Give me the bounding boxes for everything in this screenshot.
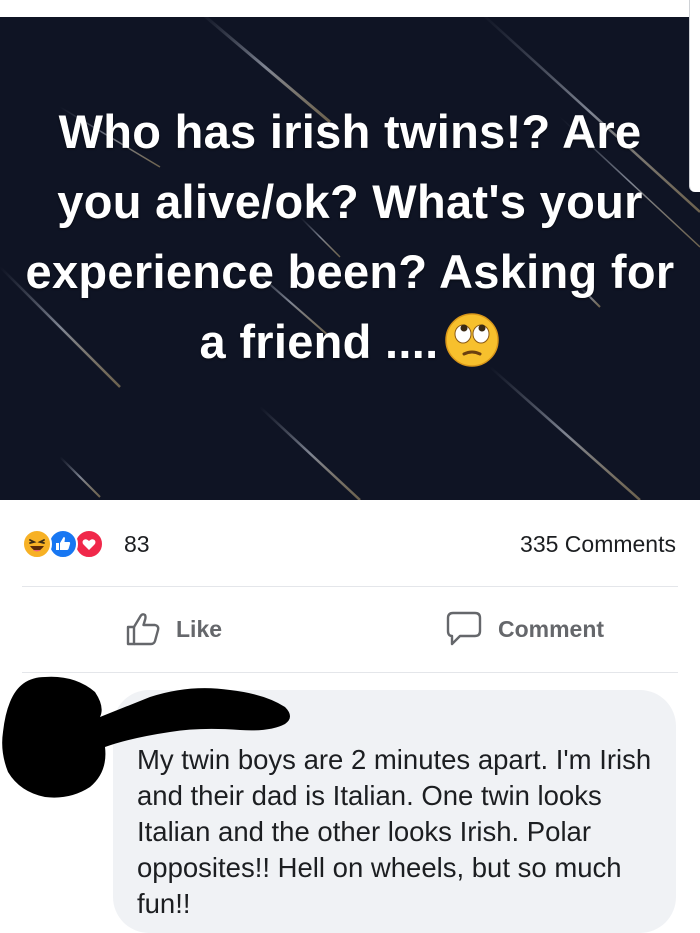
thumbs-up-icon: [126, 613, 160, 646]
comments-count-link[interactable]: 335 Comments: [520, 531, 676, 558]
comment-button[interactable]: Comment: [444, 606, 604, 652]
comment-button-label: Comment: [498, 615, 605, 642]
scrollbar[interactable]: [689, 0, 700, 192]
top-edge: [0, 0, 700, 17]
like-button[interactable]: Like: [124, 606, 222, 652]
reaction-count[interactable]: 83: [124, 531, 150, 558]
post-status-text: Who has irish twins!? Are you alive/ok? …: [20, 97, 680, 377]
divider: [22, 586, 678, 587]
rolling-eyes-emoji-icon: [445, 313, 500, 367]
post-background-card: Who has irish twins!? Are you alive/ok? …: [0, 17, 700, 500]
post-text-content: Who has irish twins!? Are you alive/ok? …: [25, 105, 675, 368]
reactions-summary-row: 83 335 Comments: [0, 500, 700, 586]
like-reaction-icon: [48, 529, 78, 559]
love-reaction-icon: [74, 529, 104, 559]
comment-bubble-icon: [446, 611, 482, 646]
facebook-post-screenshot: Who has irish twins!? Are you alive/ok? …: [0, 0, 700, 933]
redacted-avatar-and-name-scribble: [2, 676, 290, 798]
haha-reaction-icon: [22, 529, 52, 559]
like-button-label: Like: [176, 615, 223, 642]
